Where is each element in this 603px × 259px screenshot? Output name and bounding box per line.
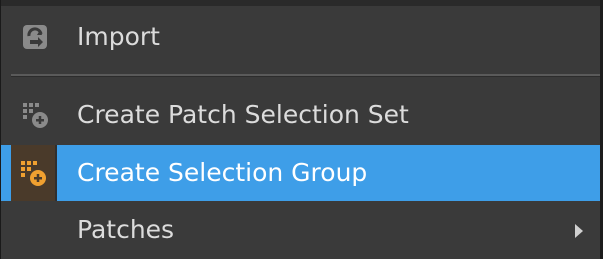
submenu-arrow-icon <box>575 224 583 238</box>
menu-item-label: Create Patch Selection Set <box>77 100 409 129</box>
import-icon <box>11 10 59 64</box>
selection-group-add-icon <box>11 145 57 201</box>
menu-separator <box>11 74 601 77</box>
menu-item-label: Create Selection Group <box>77 158 368 187</box>
menu-item-import[interactable]: Import <box>1 10 601 64</box>
context-menu: Import Create Patch Selection Set Create… <box>0 0 603 259</box>
menu-top-edge <box>1 0 603 6</box>
menu-item-create-selection-group[interactable]: Create Selection Group <box>1 145 601 201</box>
menu-item-label: Patches <box>77 215 175 244</box>
menu-item-patches[interactable]: Patches <box>1 204 601 256</box>
menu-item-label: Import <box>77 22 160 51</box>
patch-set-add-icon <box>11 88 59 142</box>
menu-item-create-patch-selection-set[interactable]: Create Patch Selection Set <box>1 88 601 142</box>
